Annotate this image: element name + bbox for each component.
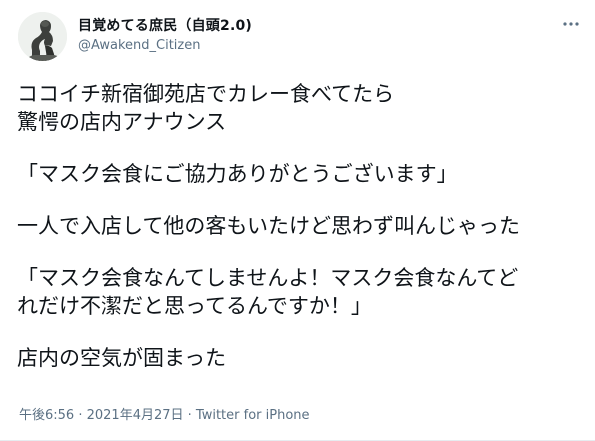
tweet-line: 店内の空気が固まった	[17, 346, 227, 370]
tweet-line: 「マスク会食なんてしませんよ！マスク会食なんてど	[17, 266, 519, 290]
tweet-text: ココイチ新宿御苑店でカレー食べてたら 驚愕の店内アナウンス 「マスク会食にご協力…	[17, 80, 583, 372]
tweet-date[interactable]: 2021年4月27日	[87, 408, 184, 423]
display-name[interactable]: 目覚めてる庶民（自頭2.0)	[78, 15, 252, 35]
tweet-source[interactable]: Twitter for iPhone	[196, 408, 310, 423]
tweet-metadata: 午後6:56 · 2021年4月27日 · Twitter for iPhone	[19, 404, 310, 423]
tweet-line: 驚愕の店内アナウンス	[17, 110, 227, 134]
tweet-line: れだけ不潔だと思ってるんですか！」	[17, 294, 372, 318]
more-horizontal-icon	[563, 22, 579, 26]
tweet-timestamp[interactable]: 午後6:56	[19, 408, 74, 423]
more-options-button[interactable]	[559, 12, 583, 36]
user-handle[interactable]: @Awakend_Citizen	[78, 38, 200, 53]
meta-separator: ·	[74, 408, 87, 423]
tweet-line: 「マスク会食にご協力ありがとうございます」	[17, 162, 458, 186]
tweet-line: 一人で入店して他の客もいたけど思わず叫んじゃった	[17, 214, 520, 238]
tweet-card: 目覚めてる庶民（自頭2.0) @Awakend_Citizen ココイチ新宿御苑…	[0, 0, 595, 441]
tweet-line: ココイチ新宿御苑店でカレー食べてたら	[17, 82, 395, 106]
meta-separator: ·	[183, 408, 196, 423]
avatar[interactable]	[18, 12, 67, 61]
thinker-statue-avatar-icon	[18, 12, 67, 61]
